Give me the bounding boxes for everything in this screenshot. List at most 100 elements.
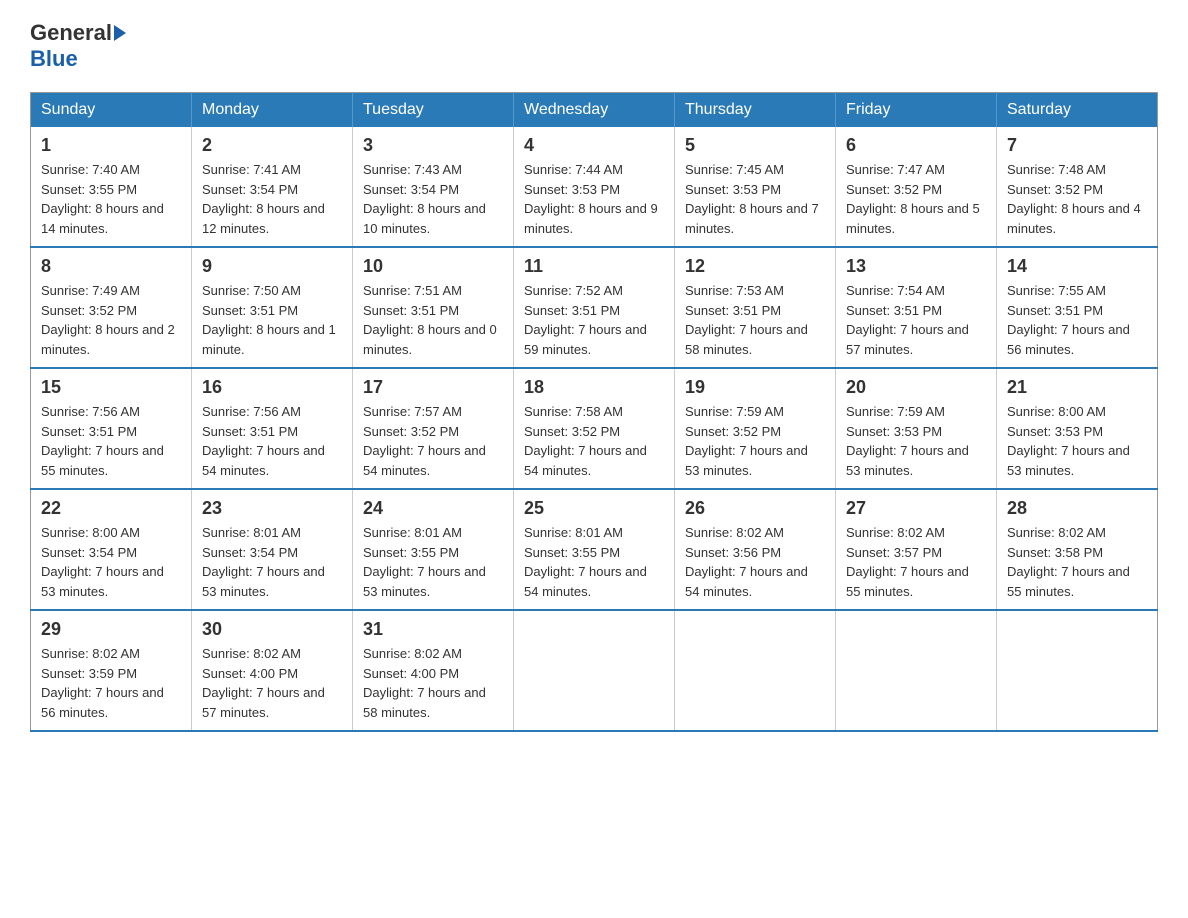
day-info: Sunrise: 7:54 AM Sunset: 3:51 PM Dayligh… bbox=[846, 281, 986, 359]
day-info: Sunrise: 7:44 AM Sunset: 3:53 PM Dayligh… bbox=[524, 160, 664, 238]
day-info: Sunrise: 7:55 AM Sunset: 3:51 PM Dayligh… bbox=[1007, 281, 1147, 359]
day-number: 3 bbox=[363, 135, 503, 156]
day-number: 26 bbox=[685, 498, 825, 519]
day-number: 4 bbox=[524, 135, 664, 156]
day-cell-31: 31 Sunrise: 8:02 AM Sunset: 4:00 PM Dayl… bbox=[353, 610, 514, 731]
header-cell-tuesday: Tuesday bbox=[353, 93, 514, 128]
day-cell-13: 13 Sunrise: 7:54 AM Sunset: 3:51 PM Dayl… bbox=[836, 247, 997, 368]
day-info: Sunrise: 7:45 AM Sunset: 3:53 PM Dayligh… bbox=[685, 160, 825, 238]
day-cell-28: 28 Sunrise: 8:02 AM Sunset: 3:58 PM Dayl… bbox=[997, 489, 1158, 610]
day-info: Sunrise: 7:56 AM Sunset: 3:51 PM Dayligh… bbox=[202, 402, 342, 480]
day-cell-26: 26 Sunrise: 8:02 AM Sunset: 3:56 PM Dayl… bbox=[675, 489, 836, 610]
day-cell-19: 19 Sunrise: 7:59 AM Sunset: 3:52 PM Dayl… bbox=[675, 368, 836, 489]
day-info: Sunrise: 8:02 AM Sunset: 4:00 PM Dayligh… bbox=[363, 644, 503, 722]
day-info: Sunrise: 8:02 AM Sunset: 3:59 PM Dayligh… bbox=[41, 644, 181, 722]
day-number: 23 bbox=[202, 498, 342, 519]
day-cell-25: 25 Sunrise: 8:01 AM Sunset: 3:55 PM Dayl… bbox=[514, 489, 675, 610]
day-number: 9 bbox=[202, 256, 342, 277]
day-info: Sunrise: 8:00 AM Sunset: 3:54 PM Dayligh… bbox=[41, 523, 181, 601]
day-number: 30 bbox=[202, 619, 342, 640]
day-info: Sunrise: 7:58 AM Sunset: 3:52 PM Dayligh… bbox=[524, 402, 664, 480]
logo: General Blue bbox=[30, 20, 128, 72]
day-number: 20 bbox=[846, 377, 986, 398]
day-number: 13 bbox=[846, 256, 986, 277]
day-number: 11 bbox=[524, 256, 664, 277]
day-number: 5 bbox=[685, 135, 825, 156]
logo-blue-text: Blue bbox=[30, 46, 78, 72]
header-cell-monday: Monday bbox=[192, 93, 353, 128]
day-number: 12 bbox=[685, 256, 825, 277]
day-info: Sunrise: 7:41 AM Sunset: 3:54 PM Dayligh… bbox=[202, 160, 342, 238]
day-cell-22: 22 Sunrise: 8:00 AM Sunset: 3:54 PM Dayl… bbox=[31, 489, 192, 610]
day-number: 2 bbox=[202, 135, 342, 156]
day-info: Sunrise: 8:01 AM Sunset: 3:54 PM Dayligh… bbox=[202, 523, 342, 601]
day-info: Sunrise: 7:50 AM Sunset: 3:51 PM Dayligh… bbox=[202, 281, 342, 359]
day-number: 27 bbox=[846, 498, 986, 519]
week-row-5: 29 Sunrise: 8:02 AM Sunset: 3:59 PM Dayl… bbox=[31, 610, 1158, 731]
day-number: 19 bbox=[685, 377, 825, 398]
week-row-1: 1 Sunrise: 7:40 AM Sunset: 3:55 PM Dayli… bbox=[31, 127, 1158, 247]
day-number: 24 bbox=[363, 498, 503, 519]
day-cell-1: 1 Sunrise: 7:40 AM Sunset: 3:55 PM Dayli… bbox=[31, 127, 192, 247]
day-number: 14 bbox=[1007, 256, 1147, 277]
day-number: 10 bbox=[363, 256, 503, 277]
header-cell-thursday: Thursday bbox=[675, 93, 836, 128]
day-cell-empty bbox=[836, 610, 997, 731]
page-header: General Blue bbox=[30, 20, 1158, 72]
day-info: Sunrise: 8:02 AM Sunset: 3:57 PM Dayligh… bbox=[846, 523, 986, 601]
day-info: Sunrise: 8:02 AM Sunset: 4:00 PM Dayligh… bbox=[202, 644, 342, 722]
calendar-table: SundayMondayTuesdayWednesdayThursdayFrid… bbox=[30, 92, 1158, 732]
day-cell-9: 9 Sunrise: 7:50 AM Sunset: 3:51 PM Dayli… bbox=[192, 247, 353, 368]
day-cell-15: 15 Sunrise: 7:56 AM Sunset: 3:51 PM Dayl… bbox=[31, 368, 192, 489]
day-number: 31 bbox=[363, 619, 503, 640]
day-info: Sunrise: 7:59 AM Sunset: 3:52 PM Dayligh… bbox=[685, 402, 825, 480]
week-row-3: 15 Sunrise: 7:56 AM Sunset: 3:51 PM Dayl… bbox=[31, 368, 1158, 489]
day-cell-16: 16 Sunrise: 7:56 AM Sunset: 3:51 PM Dayl… bbox=[192, 368, 353, 489]
day-cell-21: 21 Sunrise: 8:00 AM Sunset: 3:53 PM Dayl… bbox=[997, 368, 1158, 489]
day-cell-7: 7 Sunrise: 7:48 AM Sunset: 3:52 PM Dayli… bbox=[997, 127, 1158, 247]
day-number: 25 bbox=[524, 498, 664, 519]
day-cell-3: 3 Sunrise: 7:43 AM Sunset: 3:54 PM Dayli… bbox=[353, 127, 514, 247]
day-number: 28 bbox=[1007, 498, 1147, 519]
day-cell-24: 24 Sunrise: 8:01 AM Sunset: 3:55 PM Dayl… bbox=[353, 489, 514, 610]
day-info: Sunrise: 7:40 AM Sunset: 3:55 PM Dayligh… bbox=[41, 160, 181, 238]
day-number: 6 bbox=[846, 135, 986, 156]
day-cell-27: 27 Sunrise: 8:02 AM Sunset: 3:57 PM Dayl… bbox=[836, 489, 997, 610]
calendar-header: SundayMondayTuesdayWednesdayThursdayFrid… bbox=[31, 93, 1158, 128]
day-cell-6: 6 Sunrise: 7:47 AM Sunset: 3:52 PM Dayli… bbox=[836, 127, 997, 247]
day-cell-4: 4 Sunrise: 7:44 AM Sunset: 3:53 PM Dayli… bbox=[514, 127, 675, 247]
day-info: Sunrise: 7:59 AM Sunset: 3:53 PM Dayligh… bbox=[846, 402, 986, 480]
day-cell-2: 2 Sunrise: 7:41 AM Sunset: 3:54 PM Dayli… bbox=[192, 127, 353, 247]
calendar-body: 1 Sunrise: 7:40 AM Sunset: 3:55 PM Dayli… bbox=[31, 127, 1158, 731]
logo-arrow-icon bbox=[114, 25, 126, 41]
header-cell-saturday: Saturday bbox=[997, 93, 1158, 128]
day-number: 21 bbox=[1007, 377, 1147, 398]
day-number: 15 bbox=[41, 377, 181, 398]
day-info: Sunrise: 7:53 AM Sunset: 3:51 PM Dayligh… bbox=[685, 281, 825, 359]
day-number: 29 bbox=[41, 619, 181, 640]
day-cell-14: 14 Sunrise: 7:55 AM Sunset: 3:51 PM Dayl… bbox=[997, 247, 1158, 368]
day-number: 8 bbox=[41, 256, 181, 277]
week-row-4: 22 Sunrise: 8:00 AM Sunset: 3:54 PM Dayl… bbox=[31, 489, 1158, 610]
day-info: Sunrise: 8:00 AM Sunset: 3:53 PM Dayligh… bbox=[1007, 402, 1147, 480]
day-number: 1 bbox=[41, 135, 181, 156]
day-cell-empty bbox=[675, 610, 836, 731]
day-info: Sunrise: 8:02 AM Sunset: 3:56 PM Dayligh… bbox=[685, 523, 825, 601]
day-info: Sunrise: 8:01 AM Sunset: 3:55 PM Dayligh… bbox=[524, 523, 664, 601]
day-cell-30: 30 Sunrise: 8:02 AM Sunset: 4:00 PM Dayl… bbox=[192, 610, 353, 731]
header-cell-sunday: Sunday bbox=[31, 93, 192, 128]
day-cell-18: 18 Sunrise: 7:58 AM Sunset: 3:52 PM Dayl… bbox=[514, 368, 675, 489]
day-cell-empty bbox=[997, 610, 1158, 731]
day-number: 18 bbox=[524, 377, 664, 398]
day-info: Sunrise: 7:49 AM Sunset: 3:52 PM Dayligh… bbox=[41, 281, 181, 359]
day-info: Sunrise: 8:01 AM Sunset: 3:55 PM Dayligh… bbox=[363, 523, 503, 601]
week-row-2: 8 Sunrise: 7:49 AM Sunset: 3:52 PM Dayli… bbox=[31, 247, 1158, 368]
header-cell-wednesday: Wednesday bbox=[514, 93, 675, 128]
day-cell-17: 17 Sunrise: 7:57 AM Sunset: 3:52 PM Dayl… bbox=[353, 368, 514, 489]
day-info: Sunrise: 7:48 AM Sunset: 3:52 PM Dayligh… bbox=[1007, 160, 1147, 238]
day-cell-empty bbox=[514, 610, 675, 731]
day-info: Sunrise: 7:52 AM Sunset: 3:51 PM Dayligh… bbox=[524, 281, 664, 359]
day-cell-23: 23 Sunrise: 8:01 AM Sunset: 3:54 PM Dayl… bbox=[192, 489, 353, 610]
header-cell-friday: Friday bbox=[836, 93, 997, 128]
day-cell-10: 10 Sunrise: 7:51 AM Sunset: 3:51 PM Dayl… bbox=[353, 247, 514, 368]
